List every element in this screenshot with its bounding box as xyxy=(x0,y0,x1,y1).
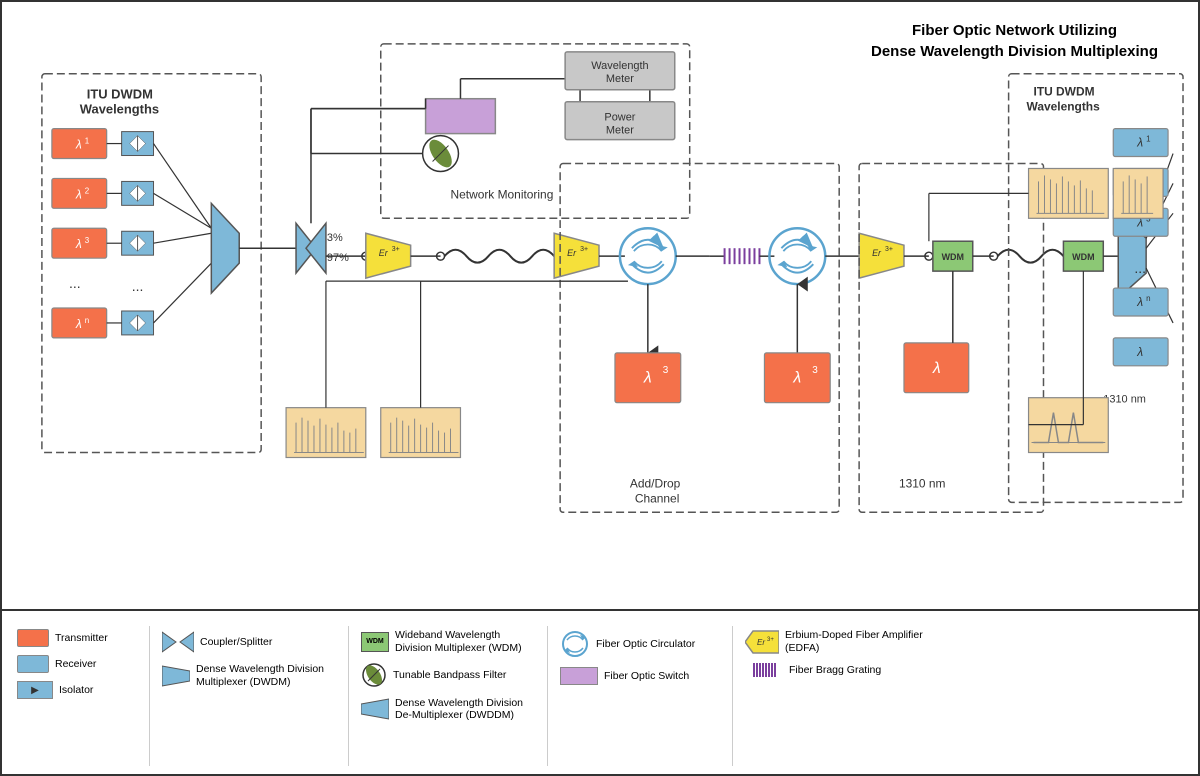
legend-transmitter: Transmitter xyxy=(17,629,137,647)
transmitter-icon xyxy=(17,629,49,647)
transmitter-label: Transmitter xyxy=(55,632,108,645)
svg-text:1: 1 xyxy=(1146,135,1151,144)
svg-text:Wavelengths: Wavelengths xyxy=(1027,100,1101,114)
receiver-label: Receiver xyxy=(55,658,96,671)
svg-text:n: n xyxy=(1146,294,1150,303)
svg-text:1: 1 xyxy=(85,137,90,146)
edfa-icon: Er 3+ xyxy=(745,629,779,655)
svg-text:3: 3 xyxy=(812,365,818,376)
legend-fos: Fiber Optic Switch xyxy=(560,667,720,685)
dwddm-icon xyxy=(361,696,389,722)
svg-text:1310 nm: 1310 nm xyxy=(1103,394,1146,406)
svg-text:λ: λ xyxy=(643,370,652,387)
legend-divider-1 xyxy=(149,626,150,766)
isolator-icon xyxy=(17,681,53,699)
svg-text:λ: λ xyxy=(1136,295,1143,309)
wdm-icon: WDM xyxy=(361,632,389,652)
edfa-label: Erbium-Doped Fiber Amplifier (EDFA) xyxy=(785,629,925,654)
legend-isolator: Isolator xyxy=(17,681,137,699)
svg-text:ITU DWDM: ITU DWDM xyxy=(87,87,153,102)
svg-text:Er: Er xyxy=(567,248,577,258)
fos-label: Fiber Optic Switch xyxy=(604,670,689,683)
svg-text:3%: 3% xyxy=(327,232,343,244)
legend-area: Transmitter Receiver Isolator Coupler/Sp… xyxy=(2,609,1198,774)
svg-text:λ: λ xyxy=(1136,345,1143,359)
isolator-label: Isolator xyxy=(59,684,93,697)
svg-text:Er: Er xyxy=(379,248,389,258)
circulator-icon xyxy=(560,629,590,659)
legend-wdm: WDM Wideband Wavelength Division Multipl… xyxy=(361,629,535,654)
legend-dwddm: Dense Wavelength Division De-Multiplexer… xyxy=(361,696,535,722)
receiver-icon xyxy=(17,655,49,673)
wdm-label: Wideband Wavelength Division Multiplexer… xyxy=(395,629,535,654)
legend-receiver: Receiver xyxy=(17,655,137,673)
svg-text:3+: 3+ xyxy=(580,246,588,253)
legend-fbg: Fiber Bragg Grating xyxy=(745,663,925,677)
svg-text:Wavelength: Wavelength xyxy=(591,60,648,72)
svg-text:3: 3 xyxy=(663,365,669,376)
legend-divider-4 xyxy=(732,626,733,766)
fbg-label: Fiber Bragg Grating xyxy=(789,664,881,677)
svg-text:λ: λ xyxy=(792,370,801,387)
svg-text:3: 3 xyxy=(85,236,90,245)
fbg-icon xyxy=(745,663,783,677)
legend-coupler: Coupler/Splitter xyxy=(162,629,336,655)
svg-text:3+: 3+ xyxy=(885,246,893,253)
svg-text:Er: Er xyxy=(757,638,765,647)
diagram-area: ITU DWDM Wavelengths λ 1 λ 2 λ 3 ... λ n xyxy=(12,12,1188,604)
dwddm-label: Dense Wavelength Division De-Multiplexer… xyxy=(395,697,535,722)
legend-circulator: Fiber Optic Circulator xyxy=(560,629,720,659)
svg-text:...: ... xyxy=(69,275,81,291)
circulator-label: Fiber Optic Circulator xyxy=(596,638,695,651)
svg-text:1310 nm: 1310 nm xyxy=(899,476,946,490)
diagram-svg: ITU DWDM Wavelengths λ 1 λ 2 λ 3 ... λ n xyxy=(12,12,1188,604)
legend-divider-3 xyxy=(547,626,548,766)
svg-text:Channel: Channel xyxy=(635,491,679,505)
dwdm-icon xyxy=(162,663,190,689)
svg-text:...: ... xyxy=(1134,260,1146,276)
svg-text:WDM: WDM xyxy=(942,252,964,262)
svg-text:3+: 3+ xyxy=(392,246,400,253)
bandpass-icon xyxy=(361,662,387,688)
svg-text:λ: λ xyxy=(932,360,941,377)
legend-edfa: Er 3+ Erbium-Doped Fiber Amplifier (EDFA… xyxy=(745,629,925,655)
dwdm-label: Dense Wavelength Division Multiplexer (D… xyxy=(196,663,336,688)
svg-text:3+: 3+ xyxy=(767,637,774,643)
svg-text:Network Monitoring: Network Monitoring xyxy=(451,187,554,201)
svg-text:n: n xyxy=(85,316,89,325)
svg-text:Meter: Meter xyxy=(606,73,634,85)
svg-text:Power: Power xyxy=(604,112,635,124)
coupler-label: Coupler/Splitter xyxy=(200,636,272,649)
fos-icon xyxy=(560,667,598,685)
svg-text:λ: λ xyxy=(75,138,82,152)
main-container: Fiber Optic Network Utilizing Dense Wave… xyxy=(0,0,1200,776)
legend-divider-2 xyxy=(348,626,349,766)
legend-dwdm: Dense Wavelength Division Multiplexer (D… xyxy=(162,663,336,689)
svg-text:λ: λ xyxy=(75,237,82,251)
svg-text:...: ... xyxy=(132,278,144,294)
svg-text:2: 2 xyxy=(85,186,90,195)
bandpass-label: Tunable Bandpass Filter xyxy=(393,669,506,682)
svg-text:Meter: Meter xyxy=(606,125,634,137)
svg-text:λ: λ xyxy=(75,187,82,201)
svg-text:WDM: WDM xyxy=(1072,252,1094,262)
coupler-icon xyxy=(162,629,194,655)
svg-text:Er: Er xyxy=(872,248,882,258)
svg-text:ITU DWDM: ITU DWDM xyxy=(1034,85,1095,99)
svg-text:97%: 97% xyxy=(327,252,349,264)
svg-text:Wavelengths: Wavelengths xyxy=(80,102,159,117)
legend-bandpass: Tunable Bandpass Filter xyxy=(361,662,535,688)
svg-text:λ: λ xyxy=(1136,136,1143,150)
svg-text:λ: λ xyxy=(75,317,82,331)
svg-text:Add/Drop: Add/Drop xyxy=(630,476,681,490)
